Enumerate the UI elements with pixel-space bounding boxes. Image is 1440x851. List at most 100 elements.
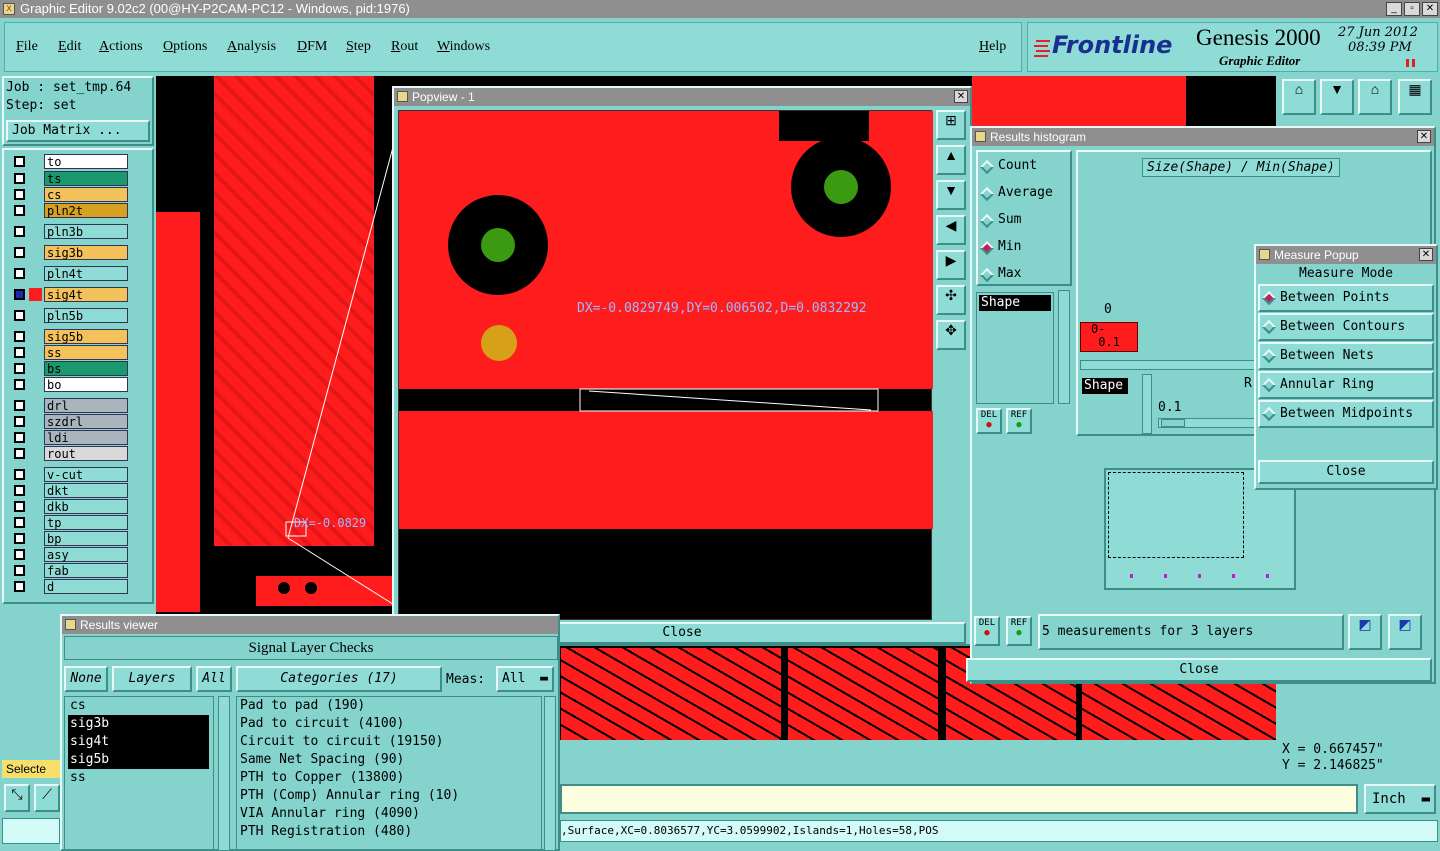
menu-step[interactable]: Step [346,39,371,55]
layers-none-button[interactable]: None [64,666,108,692]
export-button[interactable]: ◩ [1348,614,1382,650]
pan-right-button[interactable]: ▶ [936,250,966,280]
del-button[interactable]: DEL ● [976,408,1002,434]
zoom-fit-popview-button[interactable]: ✣ [936,285,966,315]
results-category-item[interactable]: Same Net Spacing (90) [237,751,541,769]
menu-windows[interactable]: Windows [437,39,490,55]
layer-checkbox[interactable] [14,432,25,443]
results-layer-item[interactable]: sig4t [68,733,209,751]
measure-mode-between-points[interactable]: Between Points [1258,284,1434,312]
units-select[interactable]: Inch ▬ [1364,784,1436,814]
redraw-button[interactable]: ⌂ [1358,79,1392,115]
measure-mode-annular-ring[interactable]: Annular Ring [1258,371,1434,399]
measure-mode-between-contours[interactable]: Between Contours [1258,313,1434,341]
layer-checkbox[interactable] [14,347,25,358]
menu-help[interactable]: Help [979,39,1006,55]
ref-button-2[interactable]: REF ● [1006,616,1032,646]
layer-row-fab[interactable]: fab [10,563,128,578]
measure-close-button[interactable]: Close [1258,460,1434,484]
results-category-item[interactable]: Pad to circuit (4100) [237,715,541,733]
job-matrix-button[interactable]: Job Matrix ... [6,120,150,142]
range-slider[interactable] [1158,418,1258,428]
close-icon[interactable]: ✕ [1417,130,1431,143]
menu-actions[interactable]: Actions [99,39,143,55]
results-category-item[interactable]: PTH Registration (480) [237,823,541,841]
layer-row-sig3b[interactable]: sig3b [10,245,128,260]
layer-checkbox[interactable] [14,549,25,560]
pan-left-button[interactable]: ◀ [936,215,966,245]
layer-row-tp[interactable]: tp [10,515,128,530]
layer-checkbox[interactable] [14,363,25,374]
layer-row-bp[interactable]: bp [10,531,128,546]
layer-row-v-cut[interactable]: v-cut [10,467,128,482]
layer-row-pln5b[interactable]: pln5b [10,308,128,323]
layer-row-ss[interactable]: ss [10,345,128,360]
layer-checkbox[interactable] [14,189,25,200]
minimize-icon[interactable]: _ [1386,2,1402,16]
radio-sum[interactable] [979,213,995,229]
results-layer-item[interactable]: cs [68,697,209,715]
layer-checkbox[interactable] [14,501,25,512]
home-zoom-button[interactable]: ⌂ [1282,79,1316,115]
value-scrollbar[interactable] [1142,374,1152,434]
meas-select[interactable]: All ▬ [496,666,554,692]
layers-all-button[interactable]: All [196,666,232,692]
maximize-icon[interactable]: ▫ [1404,2,1420,16]
close-icon[interactable]: ✕ [1419,248,1433,261]
report-button[interactable]: ◩ [1388,614,1422,650]
layer-row-sig5b[interactable]: sig5b [10,329,128,344]
histogram-hscroll[interactable] [1080,360,1260,370]
layer-checkbox[interactable] [14,289,25,300]
radio-min[interactable] [979,240,995,256]
layers-button[interactable]: Layers [112,666,192,692]
layer-checkbox[interactable] [14,400,25,411]
layer-row-pln3b[interactable]: pln3b [10,224,128,239]
zoom-in-button[interactable]: ⊞ [936,110,966,140]
category-scrollbar[interactable] [544,696,556,851]
layer-checkbox[interactable] [14,469,25,480]
layer-row-dkb[interactable]: dkb [10,499,128,514]
layer-checkbox[interactable] [14,379,25,390]
layer-row-d[interactable]: d [10,579,128,594]
popview-canvas[interactable]: DX=-0.0829749,DY=0.006502,D=0.0832292 [398,110,933,620]
layer-list-scrollbar[interactable] [218,696,230,851]
categories-button[interactable]: Categories (17) [236,666,442,692]
results-category-item[interactable]: Pad to pad (190) [237,697,541,715]
layer-checkbox[interactable] [14,416,25,427]
menu-options[interactable]: Options [163,39,207,55]
close-icon[interactable]: ✕ [1422,2,1438,16]
layer-row-cs[interactable]: cs [10,187,128,202]
layer-checkbox[interactable] [14,226,25,237]
histogram-bin[interactable]: 0- 0.1 [1080,322,1138,352]
measure-tool-button[interactable]: ⟋ [34,784,60,812]
ref-button[interactable]: REF ● [1006,408,1032,434]
layer-checkbox[interactable] [14,268,25,279]
layer-checkbox[interactable] [14,173,25,184]
command-input[interactable] [560,784,1358,814]
results-category-item[interactable]: PTH to Copper (13800) [237,769,541,787]
layer-checkbox[interactable] [14,581,25,592]
layer-checkbox[interactable] [14,205,25,216]
del-button-2[interactable]: DEL ● [974,616,1000,646]
layer-row-pln4t[interactable]: pln4t [10,266,128,281]
layer-row-szdrl[interactable]: szdrl [10,414,128,429]
center-button[interactable]: ✥ [936,320,966,350]
layer-checkbox[interactable] [14,533,25,544]
grid-button[interactable]: ▦ [1398,79,1432,115]
layer-row-rout[interactable]: rout [10,446,128,461]
radio-count[interactable] [979,159,995,175]
layer-checkbox[interactable] [14,331,25,342]
results-layer-item[interactable]: ss [68,769,209,787]
pan-down-button[interactable]: ▼ [936,180,966,210]
measure-mode-between-midpoints[interactable]: Between Midpoints [1258,400,1434,428]
results-layer-item[interactable]: sig5b [68,751,209,769]
layer-checkbox[interactable] [14,310,25,321]
close-icon[interactable]: ✕ [954,90,968,103]
zoom-fit-button[interactable]: ⤡ [4,784,30,812]
menu-analysis[interactable]: Analysis [227,39,276,55]
layer-row-pln2t[interactable]: pln2t [10,203,128,218]
histogram-close-button[interactable]: Close [966,658,1432,682]
layer-checkbox[interactable] [14,156,25,167]
radio-max[interactable] [979,267,995,283]
layer-row-bs[interactable]: bs [10,361,128,376]
